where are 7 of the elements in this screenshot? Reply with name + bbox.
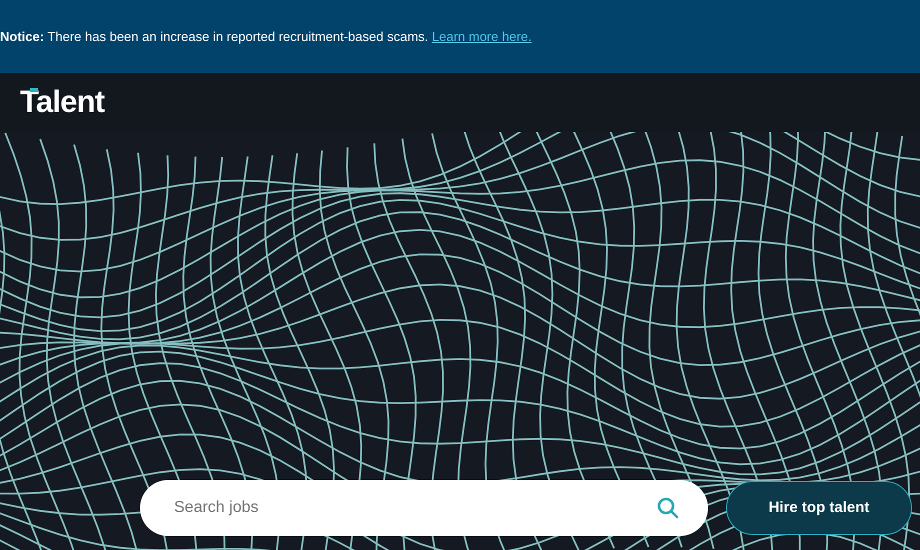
logo-text[interactable]: Talent bbox=[20, 84, 104, 118]
logo-accent-icon bbox=[30, 88, 38, 92]
notice-text: Notice: There has been an increase in reported recruitment-based scams. Learn more here. bbox=[0, 28, 532, 46]
search-field[interactable]: Search jobs bbox=[140, 480, 708, 536]
learn-more-link[interactable]: Learn more here. bbox=[432, 28, 532, 44]
hire-button[interactable]: Hire top talent bbox=[726, 481, 912, 535]
search-icon[interactable] bbox=[656, 496, 680, 520]
